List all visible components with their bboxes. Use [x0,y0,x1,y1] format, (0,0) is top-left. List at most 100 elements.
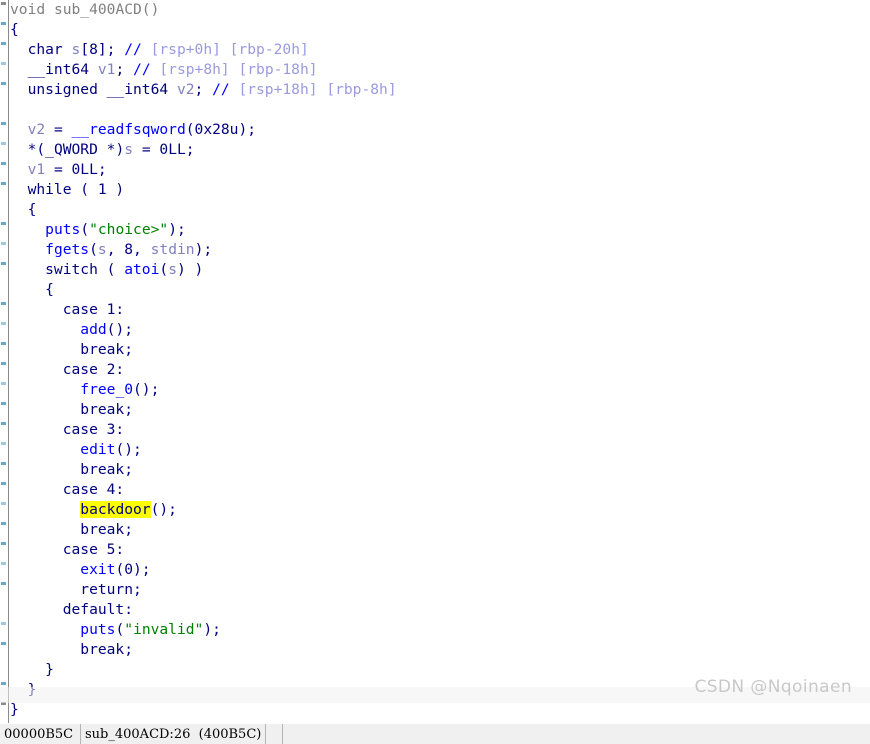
code-token: _QWORD [45,141,107,158]
string-token: "choice>" [89,221,169,238]
code-line[interactable]: } [10,660,870,680]
code-line[interactable]: char s[8]; // [rsp+0h] [rbp-20h] [10,40,870,60]
code-line[interactable]: case 5: [10,540,870,560]
gutter-mark [1,322,6,325]
code-line[interactable]: return; [10,580,870,600]
code-line[interactable]: { [10,20,870,40]
code-token: case 5: [10,541,125,558]
code-line[interactable]: *(_QWORD *)s = 0LL; [10,140,870,160]
code-line[interactable]: break; [10,460,870,480]
code-gutter[interactable] [0,0,8,723]
code-line[interactable]: v1 = 0LL; [10,160,870,180]
function-token[interactable]: exit [80,561,115,578]
gutter-mark [1,542,6,545]
code-line[interactable]: while ( 1 ) [10,180,870,200]
code-token: case 3: [10,421,125,438]
code-line[interactable]: exit(0); [10,560,870,580]
local-var-token[interactable]: v2 [28,121,46,138]
string-token: "invalid" [124,621,204,638]
code-token: (0x28u); [185,121,257,138]
function-token[interactable]: atoi [124,261,159,278]
code-line[interactable]: backdoor(); [10,500,870,520]
function-token[interactable]: __readfsqword [72,121,186,138]
gutter-mark [1,562,6,565]
function-token[interactable]: // [212,81,238,98]
code-line[interactable]: __int64 v1; // [rsp+8h] [rbp-18h] [10,60,870,80]
code-line[interactable]: break; [10,400,870,420]
function-token[interactable]: // [133,61,159,78]
code-line[interactable]: break; [10,520,870,540]
code-line[interactable]: puts("choice>"); [10,220,870,240]
code-token: __int64 [10,61,98,78]
code-line[interactable]: edit(); [10,440,870,460]
code-line[interactable]: switch ( atoi(s) ) [10,260,870,280]
local-var-token[interactable]: s [124,141,133,158]
function-token[interactable]: free_0 [80,381,133,398]
status-location: sub_400ACD:26 (400B5C) [81,724,267,744]
gutter-mark [1,642,6,645]
code-line[interactable]: unsigned __int64 v2; // [rsp+18h] [rbp-8… [10,80,870,100]
code-token: = 0LL; [133,141,195,158]
code-line[interactable]: default: [10,600,870,620]
code-token: ); [194,241,213,258]
pseudocode-text[interactable]: void sub_400ACD(){ char s[8]; // [rsp+0h… [10,0,870,723]
code-line[interactable]: case 2: [10,360,870,380]
code-line[interactable]: case 4: [10,480,870,500]
code-token: { [10,281,54,298]
code-line[interactable] [10,100,870,120]
code-line[interactable]: puts("invalid"); [10,620,870,640]
code-token: ); [203,621,221,638]
code-line[interactable]: fgets(s, 8, stdin); [10,240,870,260]
code-line[interactable]: { [10,200,870,220]
code-token: } [10,681,37,698]
local-var-token[interactable]: s [98,241,107,258]
code-token: while ( 1 ) [10,181,125,198]
gutter-mark [1,422,6,425]
code-token: ( [115,621,125,638]
gutter-mark [1,362,6,365]
function-token[interactable]: fgets [45,241,89,258]
code-token: case 1: [10,301,125,318]
local-var-token[interactable]: v2 [177,81,195,98]
function-token[interactable]: puts [80,621,115,638]
local-var-token[interactable]: s [72,41,81,58]
local-var-token[interactable]: stdin [151,241,195,258]
code-token: (); [106,321,134,338]
code-token: case 4: [10,481,125,498]
code-line[interactable]: { [10,280,870,300]
pseudocode-pane[interactable]: void sub_400ACD(){ char s[8]; // [rsp+0h… [0,0,870,723]
gutter-mark [1,42,6,45]
local-var-token[interactable]: s [168,261,177,278]
code-line[interactable]: case 1: [10,300,870,320]
code-line[interactable]: v2 = __readfsqword(0x28u); [10,120,870,140]
code-line[interactable]: } [10,680,870,700]
function-token[interactable]: puts [45,221,80,238]
code-line[interactable]: } [10,700,870,720]
function-token[interactable]: // [124,41,150,58]
code-line[interactable]: free_0(); [10,380,870,400]
local-var-token[interactable]: v1 [28,161,46,178]
code-line[interactable]: break; [10,640,870,660]
highlighted-token[interactable]: backdoor [80,501,151,518]
gutter-mark [1,62,6,65]
function-token[interactable]: edit [80,441,115,458]
code-token: (); [115,441,142,458]
gutter-separator-line [8,0,9,723]
gutter-mark [1,622,6,625]
gutter-mark [1,402,6,405]
code-line[interactable]: break; [10,340,870,360]
code-line[interactable]: void sub_400ACD() [10,0,870,20]
function-token[interactable]: add [80,321,106,338]
code-line[interactable]: case 3: [10,420,870,440]
comment-token: [rsp+0h] [rbp-20h] [150,41,309,58]
code-line[interactable]: add(); [10,320,870,340]
local-var-token[interactable]: v1 [98,61,116,78]
code-token: *) [106,141,125,158]
gutter-mark [1,462,6,465]
code-token: break; [10,401,134,418]
gutter-mark [1,222,6,225]
